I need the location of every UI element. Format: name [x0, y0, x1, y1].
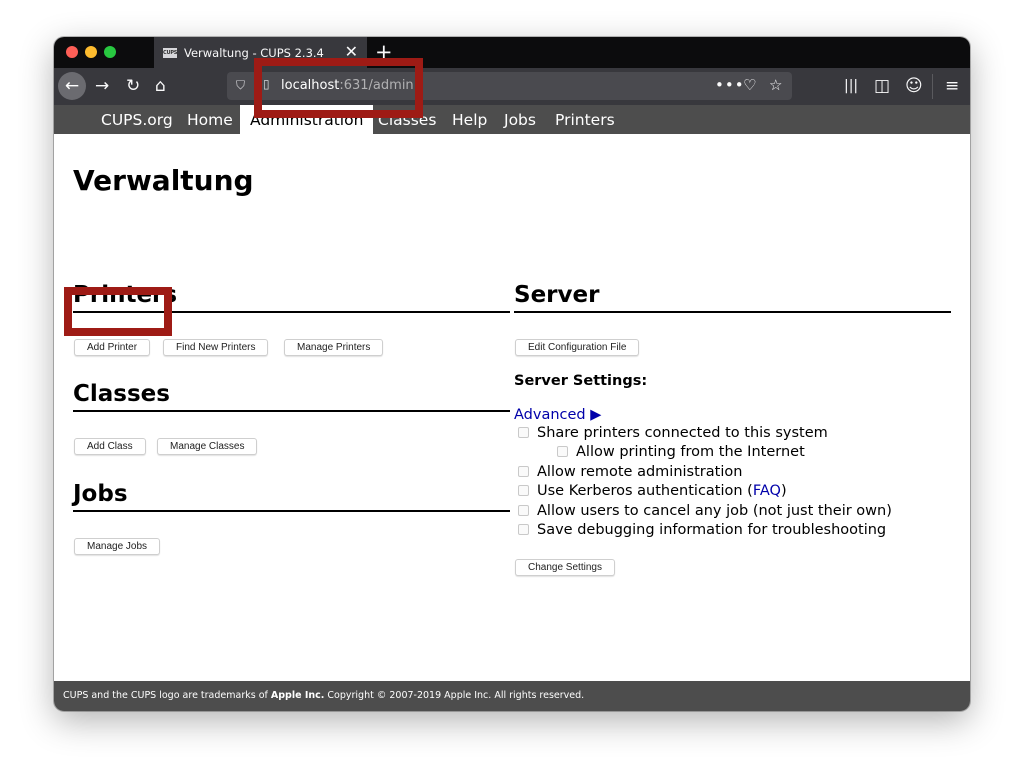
cups-header-menu: CUPS.org Home Administration Classes Hel… — [54, 105, 970, 134]
more-icon[interactable]: ••• — [715, 76, 745, 94]
allow-internet-printing-checkbox[interactable] — [557, 445, 568, 457]
cancel-any-job-option: Allow users to cancel any job (not just … — [518, 503, 892, 521]
remote-admin-checkbox[interactable] — [518, 465, 529, 477]
add-class-button[interactable]: Add Class — [74, 438, 146, 455]
navigation-bar: ← → ↻ ⌂ ⛉ ▯ localhost:631/admin ••• ♡ ☆ … — [54, 68, 970, 105]
forward-icon[interactable]: → — [95, 74, 109, 98]
menu-item-help[interactable]: Help — [442, 105, 497, 134]
account-icon[interactable]: ☺ — [905, 74, 923, 98]
allow-internet-printing-option: Allow printing from the Internet — [557, 444, 805, 462]
server-settings-label: Server Settings: — [514, 373, 648, 389]
reload-icon[interactable]: ↻ — [126, 74, 140, 98]
cancel-any-job-checkbox[interactable] — [518, 504, 529, 516]
menu-item-cups-org[interactable]: CUPS.org — [91, 105, 183, 134]
share-printers-option: Share printers connected to this system — [518, 425, 828, 443]
change-settings-button[interactable]: Change Settings — [515, 559, 615, 576]
manage-classes-button[interactable]: Manage Classes — [157, 438, 258, 455]
admin-content: Verwaltung Printers Add Printer Find New… — [54, 134, 970, 681]
add-printer-button[interactable]: Add Printer — [74, 339, 151, 356]
debug-logging-option: Save debugging information for troublesh… — [518, 522, 886, 540]
footer-text-prefix: CUPS and the CUPS logo are trademarks of — [63, 690, 271, 701]
toolbar-separator — [932, 74, 933, 99]
share-printers-label: Share printers connected to this system — [537, 425, 828, 441]
back-icon[interactable]: ← — [58, 72, 86, 100]
faq-link[interactable]: FAQ — [753, 483, 781, 499]
minimize-window-button[interactable] — [85, 46, 97, 58]
debug-logging-label: Save debugging information for troublesh… — [537, 522, 887, 538]
pocket-icon[interactable]: ♡ — [743, 76, 756, 94]
zoom-window-button[interactable] — [104, 46, 116, 58]
page-footer: CUPS and the CUPS logo are trademarks of… — [54, 681, 970, 711]
page-title: Verwaltung — [73, 164, 254, 197]
library-icon[interactable]: ||| — [844, 74, 858, 98]
bookmark-star-icon[interactable]: ☆ — [769, 76, 782, 94]
manage-jobs-button[interactable]: Manage Jobs — [74, 538, 161, 555]
footer-text-suffix: Copyright © 2007-2019 Apple Inc. All rig… — [324, 690, 585, 701]
menu-item-printers[interactable]: Printers — [545, 105, 625, 134]
debug-logging-checkbox[interactable] — [518, 523, 529, 535]
remote-admin-label: Allow remote administration — [537, 464, 743, 480]
kerberos-label-suffix: ) — [780, 483, 787, 499]
jobs-heading: Jobs — [73, 479, 510, 512]
edit-configuration-file-button[interactable]: Edit Configuration File — [515, 339, 640, 356]
tab-strip: CUPS Verwaltung - CUPS 2.3.4 ✕ + — [54, 37, 970, 68]
kerberos-option: Use Kerberos authentication (FAQ) — [518, 483, 787, 501]
address-highlight-box — [254, 58, 423, 118]
remote-admin-option: Allow remote administration — [518, 464, 742, 482]
manage-printers-button[interactable]: Manage Printers — [284, 339, 384, 356]
home-icon[interactable]: ⌂ — [155, 74, 166, 98]
advanced-toggle-link[interactable]: Advanced ▶ — [514, 407, 601, 423]
add-printer-highlight-box — [64, 287, 172, 336]
menu-icon[interactable]: ≡ — [945, 74, 959, 98]
shield-icon[interactable]: ⛉ — [236, 78, 245, 93]
find-new-printers-button[interactable]: Find New Printers — [163, 339, 269, 356]
menu-item-jobs[interactable]: Jobs — [494, 105, 546, 134]
close-window-button[interactable] — [66, 46, 78, 58]
classes-heading: Classes — [73, 379, 510, 412]
allow-internet-printing-label: Allow printing from the Internet — [576, 444, 805, 460]
browser-window: CUPS Verwaltung - CUPS 2.3.4 ✕ + ← → ↻ ⌂… — [54, 37, 970, 711]
cancel-any-job-label: Allow users to cancel any job (not just … — [537, 503, 892, 519]
sidebar-icon[interactable]: ◫ — [874, 74, 890, 98]
footer-company: Apple Inc. — [270, 690, 325, 701]
kerberos-checkbox[interactable] — [518, 484, 529, 496]
share-printers-checkbox[interactable] — [518, 426, 529, 438]
kerberos-label: Use Kerberos authentication ( — [537, 483, 753, 499]
menu-item-home[interactable]: Home — [177, 105, 243, 134]
server-heading: Server — [514, 280, 951, 313]
cups-favicon-icon: CUPS — [163, 47, 178, 58]
